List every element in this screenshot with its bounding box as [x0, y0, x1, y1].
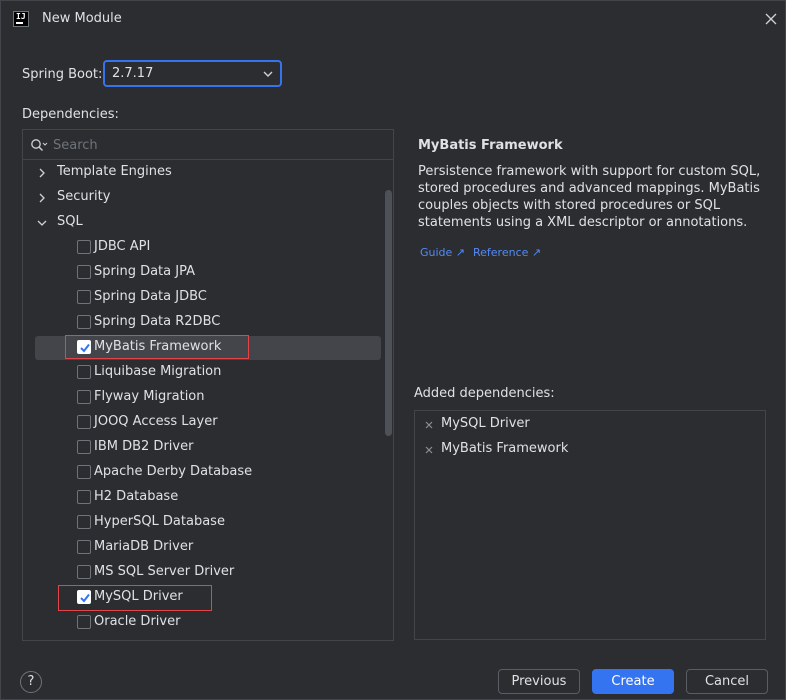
window-title: New Module [42, 11, 122, 26]
search-bar [23, 130, 393, 160]
dependency-details-title: MyBatis Framework [418, 138, 563, 153]
dependency-label: Flyway Migration [94, 389, 205, 404]
checkbox[interactable] [77, 365, 91, 379]
dependencies-label: Dependencies: [22, 107, 119, 122]
checkbox[interactable] [77, 440, 91, 454]
dependency-spring-data-jpa[interactable]: Spring Data JPA [23, 260, 381, 285]
checkbox[interactable] [77, 240, 91, 254]
checkbox[interactable] [77, 490, 91, 504]
dependency-label: Spring Data JPA [94, 264, 195, 279]
dependency-label: Apache Derby Database [94, 464, 253, 479]
spring-boot-label: Spring Boot: [22, 67, 103, 82]
checkbox[interactable] [77, 615, 91, 629]
cancel-button[interactable]: Cancel [686, 669, 768, 694]
dependency-h2-database[interactable]: H2 Database [23, 485, 381, 510]
chevron-right-icon [37, 192, 47, 203]
checkbox[interactable] [77, 465, 91, 479]
category-label: SQL [57, 214, 83, 229]
checkbox[interactable] [77, 265, 91, 279]
category-sql[interactable]: SQL [23, 210, 381, 235]
remove-icon[interactable] [424, 419, 434, 429]
dependency-details-description: Persistence framework with support for c… [418, 164, 761, 230]
dependency-spring-data-r2dbc[interactable]: Spring Data R2DBC [23, 310, 381, 335]
search-icon [30, 138, 48, 152]
highlight-box-mybatis [65, 335, 249, 359]
dependency-hypersql-database[interactable]: HyperSQL Database [23, 510, 381, 535]
dependency-ibm-db2-driver[interactable]: IBM DB2 Driver [23, 435, 381, 460]
added-dependencies-list: MySQL Driver MyBatis Framework [414, 410, 766, 640]
dependency-spring-data-jdbc[interactable]: Spring Data JDBC [23, 285, 381, 310]
dependency-label: MS SQL Server Driver [94, 564, 235, 579]
remove-icon[interactable] [424, 444, 434, 454]
checkbox[interactable] [77, 415, 91, 429]
dependency-liquibase-migration[interactable]: Liquibase Migration [23, 360, 381, 385]
dependency-jdbc-api[interactable]: JDBC API [23, 235, 381, 260]
checkbox[interactable] [77, 290, 91, 304]
title-bar: IJ New Module [1, 1, 785, 39]
chevron-right-icon [37, 167, 47, 178]
category-template-engines[interactable]: Template Engines [23, 160, 381, 185]
dependency-label: Spring Data JDBC [94, 289, 207, 304]
dependency-label: JDBC API [94, 239, 151, 254]
added-item-mysql-driver: MySQL Driver [415, 413, 765, 437]
added-item-label: MyBatis Framework [441, 441, 569, 456]
dependency-label: Liquibase Migration [94, 364, 222, 379]
dependency-ms-sql-server-driver[interactable]: MS SQL Server Driver [23, 560, 381, 585]
checkbox[interactable] [77, 390, 91, 404]
help-button[interactable]: ? [20, 671, 42, 693]
dependency-mariadb-driver[interactable]: MariaDB Driver [23, 535, 381, 560]
checkbox[interactable] [77, 565, 91, 579]
previous-button[interactable]: Previous [498, 669, 580, 694]
close-icon[interactable] [762, 10, 780, 28]
checkbox[interactable] [77, 540, 91, 554]
reference-link[interactable]: Reference ↗ [473, 246, 541, 259]
dependency-apache-derby-database[interactable]: Apache Derby Database [23, 460, 381, 485]
dependency-label: Oracle Driver [94, 614, 181, 629]
search-input[interactable] [53, 134, 383, 156]
added-item-mybatis-framework: MyBatis Framework [415, 438, 765, 462]
spring-boot-version-value: 2.7.17 [112, 66, 154, 81]
category-label: Security [57, 189, 111, 204]
added-item-label: MySQL Driver [441, 416, 530, 431]
guide-link[interactable]: Guide ↗ [420, 246, 465, 259]
checkbox[interactable] [77, 515, 91, 529]
app-icon-text: IJ [16, 12, 26, 21]
chevron-down-icon [37, 217, 47, 227]
create-button[interactable]: Create [592, 669, 674, 694]
dependency-label: IBM DB2 Driver [94, 439, 194, 454]
dependency-label: Spring Data R2DBC [94, 314, 221, 329]
dependency-jooq-access-layer[interactable]: JOOQ Access Layer [23, 410, 381, 435]
tree-scrollbar[interactable] [385, 190, 392, 436]
dependency-label: H2 Database [94, 489, 179, 504]
chevron-down-icon [262, 68, 274, 80]
category-label: Template Engines [57, 164, 172, 179]
spring-boot-version-select[interactable]: 2.7.17 [103, 60, 282, 87]
dependency-label: MariaDB Driver [94, 539, 194, 554]
checkbox[interactable] [77, 315, 91, 329]
highlight-box-mysql [58, 585, 212, 611]
dependencies-tree: Template Engines Security SQL JDBC API S… [22, 129, 394, 641]
category-security[interactable]: Security [23, 185, 381, 210]
new-module-dialog: IJ New Module Spring Boot: 2.7.17 Depend… [0, 0, 786, 700]
dependency-label: HyperSQL Database [94, 514, 225, 529]
added-dependencies-label: Added dependencies: [414, 386, 555, 401]
dependency-flyway-migration[interactable]: Flyway Migration [23, 385, 381, 410]
dependency-label: JOOQ Access Layer [94, 414, 218, 429]
dependency-oracle-driver[interactable]: Oracle Driver [23, 610, 381, 635]
intellij-app-icon: IJ [13, 11, 29, 27]
